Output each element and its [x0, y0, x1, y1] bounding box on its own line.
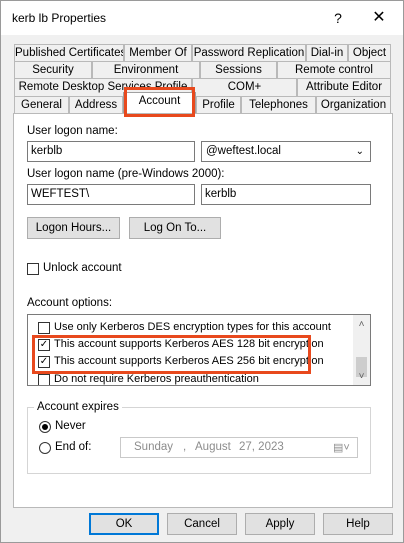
tab-dial-in[interactable]: Dial-in	[306, 44, 348, 62]
options-scrollbar[interactable]: ˄ ˅	[353, 315, 370, 385]
option-des-label: Use only Kerberos DES encryption types f…	[54, 321, 331, 333]
end-of-radio[interactable]	[39, 442, 51, 454]
logon-name-input[interactable]: kerblb	[27, 141, 195, 162]
tab-member-of[interactable]: Member Of	[124, 44, 192, 62]
pre2000-domain-input: WEFTEST\	[27, 184, 195, 205]
aes-options-highlight	[32, 335, 311, 374]
ok-button[interactable]: OK	[89, 513, 159, 535]
window-title: kerb lb Properties	[12, 11, 107, 25]
close-icon[interactable]: ✕	[367, 6, 391, 30]
tab-sessions[interactable]: Sessions	[200, 61, 277, 79]
logon-hours-button[interactable]: Logon Hours...	[27, 217, 120, 239]
calendar-icon: ▤˅	[333, 442, 350, 454]
chevron-down-icon: ⌄	[355, 146, 364, 157]
tab-published-certificates[interactable]: Published Certificates	[14, 44, 124, 62]
pre2000-name-input[interactable]: kerblb	[201, 184, 371, 205]
scroll-up-icon[interactable]: ˄	[353, 317, 370, 333]
domain-select[interactable]: @weftest.local ⌄	[201, 141, 371, 162]
account-tab-highlight	[124, 87, 195, 117]
never-radio[interactable]	[39, 421, 51, 433]
account-options-label: Account options:	[27, 297, 113, 309]
option-no-preauth-checkbox[interactable]	[38, 374, 50, 385]
tab-attribute-editor[interactable]: Attribute Editor	[297, 78, 391, 96]
help-icon[interactable]: ?	[327, 7, 349, 29]
tab-organization[interactable]: Organization	[316, 96, 391, 114]
tab-profile[interactable]: Profile	[196, 96, 241, 114]
log-on-to-button[interactable]: Log On To...	[129, 217, 221, 239]
account-expires-title: Account expires	[34, 401, 122, 413]
end-of-label: End of:	[55, 441, 92, 453]
properties-dialog: kerb lb Properties ? ✕ Published Certifi…	[0, 0, 404, 543]
tab-environment[interactable]: Environment	[92, 61, 200, 79]
option-des-checkbox[interactable]	[38, 322, 50, 334]
expiry-date-picker: Sunday , August 27, 2023 ▤˅	[120, 437, 358, 458]
unlock-account-checkbox[interactable]	[27, 263, 39, 275]
tab-password-replication[interactable]: Password Replication	[192, 44, 306, 62]
tab-com-plus[interactable]: COM+	[192, 78, 297, 96]
domain-value: @weftest.local	[206, 145, 281, 157]
logon-name-label: User logon name:	[27, 125, 118, 137]
pre2000-label: User logon name (pre-Windows 2000):	[27, 168, 225, 180]
tab-remote-control[interactable]: Remote control	[277, 61, 391, 79]
cancel-button[interactable]: Cancel	[167, 513, 237, 535]
scroll-down-icon[interactable]: ˅	[353, 369, 370, 385]
apply-button[interactable]: Apply	[245, 513, 315, 535]
tab-general[interactable]: General	[14, 96, 69, 114]
help-button[interactable]: Help	[323, 513, 393, 535]
never-label: Never	[55, 420, 86, 432]
date-month: August	[195, 441, 231, 453]
radio-selected-dot	[42, 424, 48, 430]
date-day-year: 27, 2023	[239, 441, 284, 453]
date-weekday: Sunday	[134, 441, 174, 453]
unlock-account-label: Unlock account	[43, 262, 122, 274]
date-separator: ,	[183, 441, 187, 453]
tab-object[interactable]: Object	[348, 44, 391, 62]
title-bar: kerb lb Properties ? ✕	[1, 1, 403, 35]
tab-address[interactable]: Address	[69, 96, 123, 114]
tab-security[interactable]: Security	[14, 61, 92, 79]
tab-telephones[interactable]: Telephones	[241, 96, 316, 114]
option-no-preauth-label: Do not require Kerberos preauthenticatio…	[54, 373, 259, 385]
